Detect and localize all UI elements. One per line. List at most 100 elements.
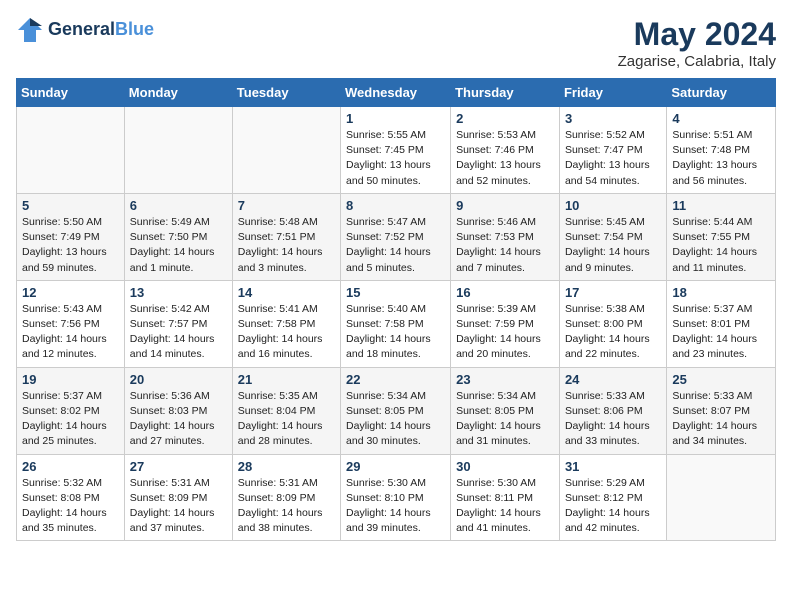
calendar-cell: 30 Sunrise: 5:30 AM Sunset: 8:11 PM Dayli… [451,454,560,541]
title-block: May 2024 Zagarise, Calabria, Italy [618,16,776,70]
month-title: May 2024 [618,16,776,53]
day-number: 5 [22,198,119,213]
day-number: 11 [672,198,770,213]
day-number: 15 [346,285,445,300]
page-header: GeneralBlue May 2024 Zagarise, Calabria,… [16,16,776,70]
logo-text: GeneralBlue [48,20,154,40]
day-info: Sunrise: 5:53 AM Sunset: 7:46 PM Dayligh… [456,128,554,189]
day-number: 29 [346,459,445,474]
calendar-cell [232,107,340,194]
day-number: 1 [346,111,445,126]
calendar-cell: 21Sunrise: 5:35 AM Sunset: 8:04 PM Dayli… [232,367,340,454]
location: Zagarise, Calabria, Italy [618,53,776,70]
day-number: 19 [22,372,119,387]
calendar-cell: 1 Sunrise: 5:55 AM Sunset: 7:45 PM Daylig… [341,107,451,194]
day-number: 28 [238,459,335,474]
day-info: Sunrise: 5:30 AM Sunset: 8:10 PM Dayligh… [346,476,445,537]
day-number: 14 [238,285,335,300]
calendar-cell: 20 Sunrise: 5:36 AM Sunset: 8:03 PM Dayli… [124,367,232,454]
calendar-week-4: 19Sunrise: 5:37 AM Sunset: 8:02 PM Dayli… [17,367,776,454]
calendar-cell: 16 Sunrise: 5:39 AM Sunset: 7:59 PM Dayli… [451,280,560,367]
day-number: 10 [565,198,661,213]
day-info: Sunrise: 5:33 AM Sunset: 8:06 PM Dayligh… [565,389,661,450]
day-info: Sunrise: 5:29 AM Sunset: 8:12 PM Dayligh… [565,476,661,537]
calendar-cell: 24 Sunrise: 5:33 AM Sunset: 8:06 PM Dayli… [559,367,666,454]
calendar-cell: 31Sunrise: 5:29 AM Sunset: 8:12 PM Dayli… [559,454,666,541]
calendar-cell: 10 Sunrise: 5:45 AM Sunset: 7:54 PM Dayli… [559,193,666,280]
day-info: Sunrise: 5:41 AM Sunset: 7:58 PM Dayligh… [238,302,335,363]
calendar-cell [667,454,776,541]
logo-icon [16,16,44,44]
calendar-cell: 14 Sunrise: 5:41 AM Sunset: 7:58 PM Dayli… [232,280,340,367]
day-info: Sunrise: 5:46 AM Sunset: 7:53 PM Dayligh… [456,215,554,276]
calendar-cell: 19Sunrise: 5:37 AM Sunset: 8:02 PM Dayli… [17,367,125,454]
day-info: Sunrise: 5:31 AM Sunset: 8:09 PM Dayligh… [238,476,335,537]
day-number: 23 [456,372,554,387]
calendar-table: SundayMondayTuesdayWednesdayThursdayFrid… [16,78,776,541]
day-info: Sunrise: 5:47 AM Sunset: 7:52 PM Dayligh… [346,215,445,276]
calendar-cell: 2 Sunrise: 5:53 AM Sunset: 7:46 PM Daylig… [451,107,560,194]
day-header-saturday: Saturday [667,79,776,107]
calendar-week-3: 12Sunrise: 5:43 AM Sunset: 7:56 PM Dayli… [17,280,776,367]
day-header-monday: Monday [124,79,232,107]
calendar-cell: 7 Sunrise: 5:48 AM Sunset: 7:51 PM Daylig… [232,193,340,280]
day-number: 18 [672,285,770,300]
day-info: Sunrise: 5:32 AM Sunset: 8:08 PM Dayligh… [22,476,119,537]
calendar-cell: 13Sunrise: 5:42 AM Sunset: 7:57 PM Dayli… [124,280,232,367]
day-number: 4 [672,111,770,126]
day-info: Sunrise: 5:49 AM Sunset: 7:50 PM Dayligh… [130,215,227,276]
calendar-cell: 28 Sunrise: 5:31 AM Sunset: 8:09 PM Dayli… [232,454,340,541]
day-number: 16 [456,285,554,300]
calendar-cell: 29 Sunrise: 5:30 AM Sunset: 8:10 PM Dayli… [341,454,451,541]
day-info: Sunrise: 5:34 AM Sunset: 8:05 PM Dayligh… [456,389,554,450]
day-number: 2 [456,111,554,126]
calendar-cell: 12Sunrise: 5:43 AM Sunset: 7:56 PM Dayli… [17,280,125,367]
day-number: 24 [565,372,661,387]
calendar-cell: 5 Sunrise: 5:50 AM Sunset: 7:49 PM Daylig… [17,193,125,280]
day-info: Sunrise: 5:39 AM Sunset: 7:59 PM Dayligh… [456,302,554,363]
day-info: Sunrise: 5:48 AM Sunset: 7:51 PM Dayligh… [238,215,335,276]
day-number: 30 [456,459,554,474]
calendar-cell [17,107,125,194]
calendar-cell: 18Sunrise: 5:37 AM Sunset: 8:01 PM Dayli… [667,280,776,367]
day-number: 9 [456,198,554,213]
day-number: 27 [130,459,227,474]
calendar-header: SundayMondayTuesdayWednesdayThursdayFrid… [17,79,776,107]
day-info: Sunrise: 5:44 AM Sunset: 7:55 PM Dayligh… [672,215,770,276]
day-info: Sunrise: 5:30 AM Sunset: 8:11 PM Dayligh… [456,476,554,537]
day-number: 7 [238,198,335,213]
day-number: 20 [130,372,227,387]
calendar-week-1: 1 Sunrise: 5:55 AM Sunset: 7:45 PM Daylig… [17,107,776,194]
day-info: Sunrise: 5:45 AM Sunset: 7:54 PM Dayligh… [565,215,661,276]
day-info: Sunrise: 5:40 AM Sunset: 7:58 PM Dayligh… [346,302,445,363]
day-number: 25 [672,372,770,387]
day-info: Sunrise: 5:50 AM Sunset: 7:49 PM Dayligh… [22,215,119,276]
calendar-cell: 6 Sunrise: 5:49 AM Sunset: 7:50 PM Daylig… [124,193,232,280]
logo: GeneralBlue [16,16,154,44]
day-info: Sunrise: 5:31 AM Sunset: 8:09 PM Dayligh… [130,476,227,537]
day-info: Sunrise: 5:55 AM Sunset: 7:45 PM Dayligh… [346,128,445,189]
calendar-cell: 27 Sunrise: 5:31 AM Sunset: 8:09 PM Dayli… [124,454,232,541]
calendar-cell: 25 Sunrise: 5:33 AM Sunset: 8:07 PM Dayli… [667,367,776,454]
day-number: 12 [22,285,119,300]
day-number: 8 [346,198,445,213]
calendar-cell [124,107,232,194]
calendar-week-2: 5 Sunrise: 5:50 AM Sunset: 7:49 PM Daylig… [17,193,776,280]
day-number: 21 [238,372,335,387]
day-info: Sunrise: 5:36 AM Sunset: 8:03 PM Dayligh… [130,389,227,450]
day-number: 17 [565,285,661,300]
day-number: 13 [130,285,227,300]
calendar-cell: 9 Sunrise: 5:46 AM Sunset: 7:53 PM Daylig… [451,193,560,280]
calendar-week-5: 26Sunrise: 5:32 AM Sunset: 8:08 PM Dayli… [17,454,776,541]
day-info: Sunrise: 5:51 AM Sunset: 7:48 PM Dayligh… [672,128,770,189]
day-number: 22 [346,372,445,387]
calendar-cell: 17 Sunrise: 5:38 AM Sunset: 8:00 PM Dayli… [559,280,666,367]
day-header-wednesday: Wednesday [341,79,451,107]
calendar-cell: 3Sunrise: 5:52 AM Sunset: 7:47 PM Daylig… [559,107,666,194]
day-number: 6 [130,198,227,213]
calendar-cell: 15 Sunrise: 5:40 AM Sunset: 7:58 PM Dayli… [341,280,451,367]
day-info: Sunrise: 5:38 AM Sunset: 8:00 PM Dayligh… [565,302,661,363]
day-info: Sunrise: 5:33 AM Sunset: 8:07 PM Dayligh… [672,389,770,450]
day-header-sunday: Sunday [17,79,125,107]
day-header-tuesday: Tuesday [232,79,340,107]
